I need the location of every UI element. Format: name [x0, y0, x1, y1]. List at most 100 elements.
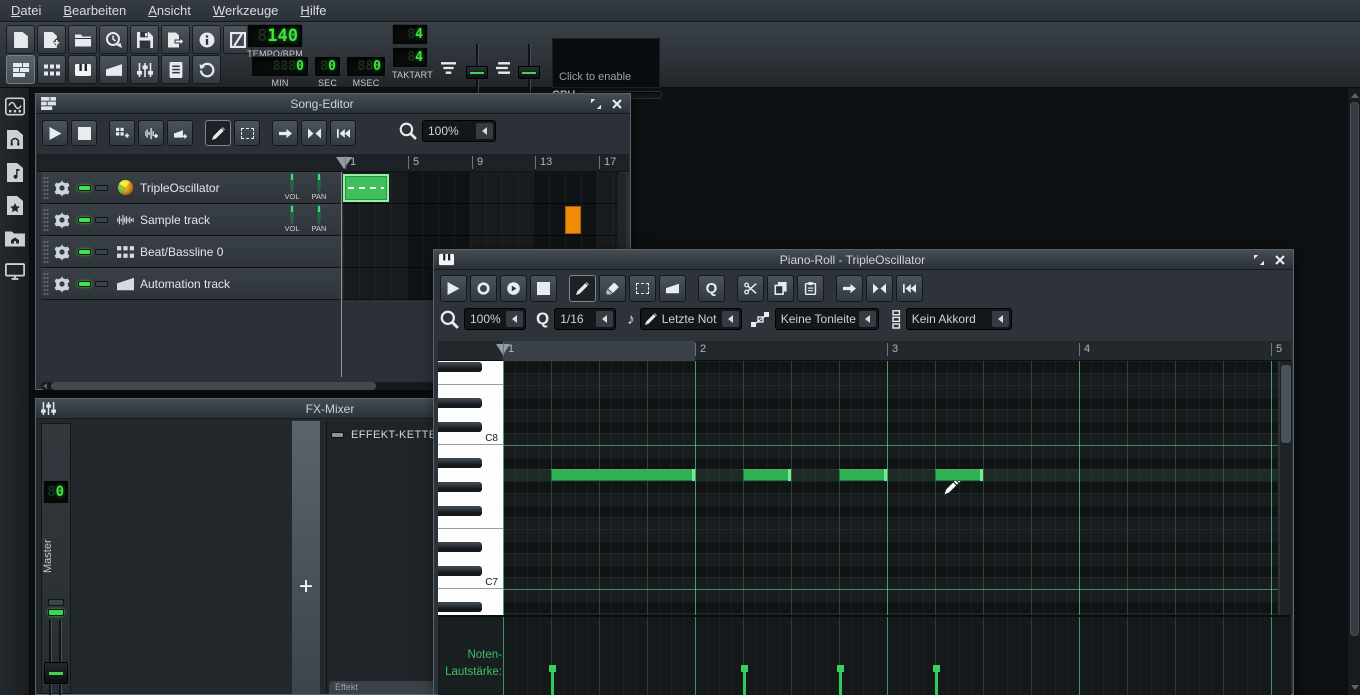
- plugin-database-icon[interactable]: [4, 96, 25, 117]
- add-pattern-button[interactable]: [109, 120, 135, 146]
- master-channel-strip[interactable]: 80 Master: [41, 423, 71, 694]
- workspace-scrollbar[interactable]: [1347, 88, 1360, 695]
- draw-tool-button[interactable]: [569, 275, 596, 302]
- go-to-start-button[interactable]: [896, 275, 923, 302]
- track-row-beat-bassline-0[interactable]: Beat/Bassline 0: [41, 236, 341, 268]
- track-gear-icon[interactable]: [53, 211, 71, 229]
- black-key[interactable]: [438, 422, 482, 432]
- track-name[interactable]: Sample track: [140, 213, 280, 227]
- track-mute-led[interactable]: [95, 249, 108, 255]
- velocity-grid[interactable]: [503, 617, 1278, 695]
- effects-chain-led[interactable]: [331, 432, 344, 438]
- zoom-dropdown-arrow-icon[interactable]: [476, 123, 493, 139]
- song-editor-toggle-button[interactable]: [6, 55, 35, 84]
- piano-roll-timeline[interactable]: 12345: [438, 341, 1291, 361]
- vol-knob[interactable]: [290, 172, 294, 193]
- piano-key[interactable]: [438, 373, 503, 385]
- menu-item-datei[interactable]: Datei: [0, 1, 52, 20]
- black-key[interactable]: [438, 458, 482, 468]
- time-milliseconds[interactable]: 880 MSEC: [346, 56, 386, 88]
- quantize-button[interactable]: Q: [698, 275, 725, 302]
- piano-keyboard[interactable]: C8C7: [438, 361, 503, 615]
- open-project-button[interactable]: [68, 25, 97, 54]
- song-editor-titlebar[interactable]: Song-Editor: [36, 94, 630, 114]
- pan-knob[interactable]: [317, 204, 321, 225]
- project-info-button[interactable]: [192, 25, 221, 54]
- pattern-clip[interactable]: [343, 174, 389, 202]
- menu-item-ansicht[interactable]: Ansicht: [137, 1, 202, 20]
- piano-key[interactable]: [438, 457, 503, 469]
- scrollbar-up-arrow[interactable]: [1351, 93, 1359, 98]
- black-key[interactable]: [438, 398, 482, 408]
- midi-files-icon[interactable]: [4, 162, 25, 183]
- black-key[interactable]: [438, 566, 482, 576]
- master-enable-led[interactable]: [48, 609, 64, 616]
- track-row-tripleoscillator[interactable]: TripleOscillatorVOLPAN: [41, 172, 341, 204]
- add-mixer-channel-button[interactable]: +: [291, 421, 321, 694]
- cut-button[interactable]: [737, 275, 764, 302]
- velocity-stem-3[interactable]: [839, 672, 842, 695]
- save-new-version-button[interactable]: [37, 25, 66, 54]
- stop-button[interactable]: [71, 120, 97, 146]
- track-enable-led[interactable]: [78, 217, 91, 223]
- snap-dropdown-arrow-icon[interactable]: [596, 311, 613, 327]
- song-timeline[interactable]: 1591317: [37, 154, 629, 172]
- piano-key[interactable]: [438, 361, 503, 373]
- effects-chain-header[interactable]: EFFEKT-KETTE: [331, 429, 436, 441]
- go-to-start-button[interactable]: [330, 120, 356, 146]
- select-tool-button[interactable]: [629, 275, 656, 302]
- shift-tool-button[interactable]: [659, 275, 686, 302]
- piano-key[interactable]: [438, 385, 503, 397]
- piano-key[interactable]: [438, 541, 503, 553]
- play-button[interactable]: [440, 275, 467, 302]
- scale-dropdown-arrow-icon[interactable]: [859, 311, 876, 327]
- recent-projects-button[interactable]: [99, 25, 128, 54]
- midi-note-1[interactable]: [551, 469, 695, 481]
- track-gear-icon[interactable]: [53, 179, 71, 197]
- piano-key[interactable]: [438, 409, 503, 421]
- draw-tool-button[interactable]: [205, 120, 231, 146]
- play-button[interactable]: [42, 120, 68, 146]
- velocity-stem-4[interactable]: [935, 672, 938, 695]
- drag-handle-icon[interactable]: [43, 208, 49, 232]
- add-automation-track-button[interactable]: [167, 120, 193, 146]
- scrollbar-down-arrow[interactable]: [1351, 685, 1359, 690]
- velocity-stem-1[interactable]: [551, 672, 554, 695]
- master-volume-fader[interactable]: [44, 662, 68, 684]
- scrollbar-thumb[interactable]: [1350, 102, 1359, 636]
- velocity-handle-4[interactable]: [933, 665, 940, 672]
- track-name[interactable]: Automation track: [140, 277, 337, 291]
- loop-marker-tool-button[interactable]: [866, 275, 893, 302]
- snap-select[interactable]: 1/16: [554, 308, 616, 330]
- piano-key[interactable]: [438, 397, 503, 409]
- piano-key[interactable]: [438, 529, 503, 541]
- track-mute-led[interactable]: [95, 185, 108, 191]
- black-key[interactable]: [438, 506, 482, 516]
- paste-button[interactable]: [797, 275, 824, 302]
- piano-zoom-select[interactable]: 100%: [464, 308, 526, 330]
- track-gear-icon[interactable]: [53, 275, 71, 293]
- velocity-handle-3[interactable]: [837, 665, 844, 672]
- piano-key[interactable]: [438, 565, 503, 577]
- export-project-button[interactable]: [161, 25, 190, 54]
- jump-to-tool-button[interactable]: [272, 120, 298, 146]
- track-mute-led[interactable]: [95, 281, 108, 287]
- scale-select[interactable]: Keine Tonleite: [775, 308, 879, 330]
- black-key[interactable]: [438, 482, 482, 492]
- piano-key[interactable]: [438, 445, 503, 457]
- audio-samples-icon[interactable]: [4, 129, 25, 150]
- note-tool-select[interactable]: Letzte Not: [640, 308, 742, 330]
- drag-handle-icon[interactable]: [43, 240, 49, 264]
- presets-icon[interactable]: [4, 195, 25, 216]
- time-seconds[interactable]: 80 SEC: [314, 56, 341, 88]
- menu-item-werkzeuge[interactable]: Werkzeuge: [202, 1, 290, 20]
- drag-handle-icon[interactable]: [43, 176, 49, 200]
- track-name[interactable]: TripleOscillator: [140, 181, 280, 195]
- black-key[interactable]: [438, 602, 482, 612]
- piano-key[interactable]: [438, 493, 503, 505]
- menu-item-hilfe[interactable]: Hilfe: [289, 1, 337, 20]
- maximize-button[interactable]: [1250, 253, 1267, 267]
- project-notes-toggle-button[interactable]: [161, 55, 190, 84]
- output-visualizer[interactable]: Click to enable: [552, 38, 660, 88]
- piano-key[interactable]: [438, 469, 503, 481]
